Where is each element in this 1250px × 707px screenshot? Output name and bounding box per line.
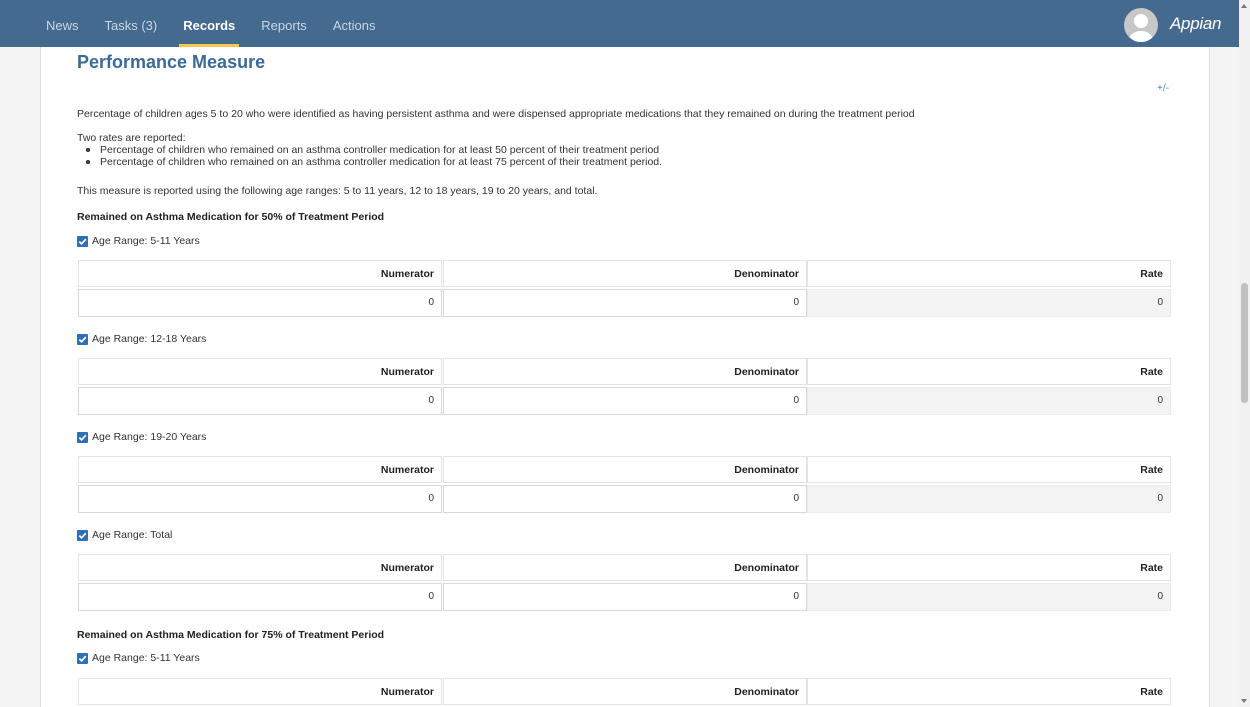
checkbox-label: Age Range: 19-20 Years [92, 431, 207, 443]
list-item: Percentage of children who remained on a… [77, 144, 662, 156]
list-item: Percentage of children who remained on a… [77, 156, 662, 168]
rate-value: 0 [807, 485, 1171, 513]
nav-item-tasks[interactable]: Tasks (3) [105, 0, 158, 47]
rate-header: Rate [807, 678, 1171, 705]
rates-list: Percentage of children who remained on a… [77, 144, 662, 168]
denominator-header: Denominator [443, 456, 807, 483]
denominator-header: Denominator [443, 358, 807, 385]
checkbox-checked-icon[interactable] [77, 529, 88, 541]
nav-item-reports[interactable]: Reports [261, 0, 307, 47]
scroll-thumb[interactable] [1241, 283, 1248, 403]
checkbox-label: Age Range: Total [92, 529, 173, 541]
age-ranges-note: This measure is reported using the follo… [77, 185, 598, 197]
denominator-input[interactable]: 0 [443, 485, 807, 513]
user-avatar[interactable] [1124, 8, 1158, 42]
content-border-right [1209, 47, 1210, 707]
checkbox-checked-icon[interactable] [77, 235, 88, 247]
age-range-checkbox[interactable]: Age Range: 5-11 Years [77, 234, 200, 248]
age-range-checkbox[interactable]: Age Range: 5-11 Years [77, 651, 200, 665]
numerator-header: Numerator [78, 678, 442, 705]
section-heading-50-percent: Remained on Asthma Medication for 50% of… [77, 211, 385, 223]
rate-header: Rate [807, 554, 1171, 581]
numerator-input[interactable]: 0 [78, 387, 442, 415]
checkbox-label: Age Range: 12-18 Years [92, 333, 207, 345]
numerator-input[interactable]: 0 [78, 485, 442, 513]
denominator-header: Denominator [443, 554, 807, 581]
denominator-input[interactable]: 0 [443, 289, 807, 317]
section-heading-75-percent: Remained on Asthma Medication for 75% of… [77, 629, 385, 641]
checkbox-checked-icon[interactable] [77, 333, 88, 345]
numerator-input[interactable]: 0 [78, 583, 442, 611]
rate-header: Rate [807, 260, 1171, 287]
numerator-header: Numerator [78, 260, 442, 287]
denominator-input[interactable]: 0 [443, 583, 807, 611]
age-range-checkbox[interactable]: Age Range: 19-20 Years [77, 430, 206, 444]
scroll-up-arrow-icon[interactable] [1241, 4, 1247, 8]
user-icon [1129, 14, 1153, 42]
checkbox-label: Age Range: 5-11 Years [92, 235, 200, 247]
page-title: Performance Measure [77, 52, 266, 72]
rates-intro: Two rates are reported: [77, 132, 186, 144]
content-border-left [40, 47, 41, 707]
top-nav-bar: News Tasks (3) Records Reports Actions A… [0, 0, 1239, 47]
rate-value: 0 [807, 583, 1171, 611]
rate-value: 0 [807, 289, 1171, 317]
numerator-header: Numerator [78, 456, 442, 483]
numerator-header: Numerator [78, 554, 442, 581]
denominator-header: Denominator [443, 678, 807, 705]
measure-description: Percentage of children ages 5 to 20 who … [77, 108, 915, 120]
denominator-header: Denominator [443, 260, 807, 287]
expand-collapse-toggle[interactable]: +/- [1157, 83, 1169, 94]
checkbox-checked-icon[interactable] [77, 652, 88, 664]
rate-header: Rate [807, 358, 1171, 385]
nav-item-actions[interactable]: Actions [333, 0, 376, 47]
scroll-down-arrow-icon[interactable] [1241, 699, 1247, 703]
page-scrollbar[interactable] [1239, 0, 1250, 707]
checkbox-label: Age Range: 5-11 Years [92, 652, 200, 664]
numerator-input[interactable]: 0 [78, 289, 442, 317]
nav-item-records[interactable]: Records [179, 0, 240, 47]
appian-logo[interactable]: Appian [1170, 14, 1221, 34]
age-range-checkbox[interactable]: Age Range: Total [77, 528, 172, 542]
checkbox-checked-icon[interactable] [77, 431, 88, 443]
nav-item-news[interactable]: News [46, 0, 79, 47]
main-nav: News Tasks (3) Records Reports Actions [46, 0, 401, 47]
rate-header: Rate [807, 456, 1171, 483]
numerator-header: Numerator [78, 358, 442, 385]
page-gutter-right [1210, 47, 1239, 707]
age-range-checkbox[interactable]: Age Range: 12-18 Years [77, 332, 206, 346]
rate-value: 0 [807, 387, 1171, 415]
denominator-input[interactable]: 0 [443, 387, 807, 415]
page-gutter-left [0, 47, 40, 707]
